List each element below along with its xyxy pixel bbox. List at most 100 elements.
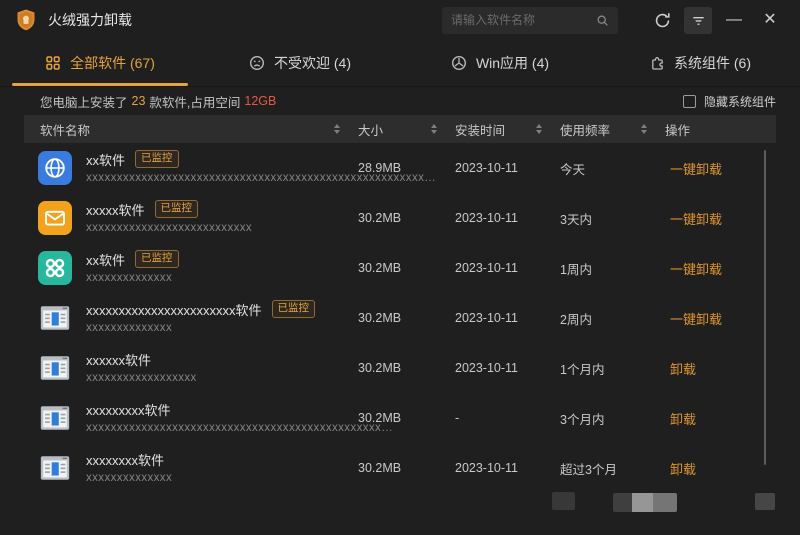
column-header-install-time: 安装时间 <box>455 120 505 139</box>
grid-icon <box>38 251 72 285</box>
window-icon <box>38 351 72 385</box>
sort-usage-frequency-control[interactable] <box>641 124 647 134</box>
install-date: - <box>455 393 459 443</box>
app-name: xxxxxxxx软件 <box>86 450 164 469</box>
search-icon[interactable] <box>596 14 609 27</box>
install-date: 2023-10-11 <box>455 443 518 493</box>
window-icon <box>38 301 72 335</box>
app-size: 30.2MB <box>358 343 401 393</box>
table-header: 软件名称 大小 安装时间 使用频率 操作 <box>24 115 776 143</box>
monitored-badge: 已监控 <box>155 200 199 218</box>
usage-frequency: 3天内 <box>560 193 592 243</box>
usage-frequency: 1个月内 <box>560 343 604 393</box>
app-size: 28.9MB <box>358 143 401 193</box>
win-app-icon <box>451 55 467 71</box>
redacted-block <box>755 493 775 510</box>
app-desc: xxxxxxxxxxxxxx <box>86 472 172 484</box>
app-desc: xxxxxxxxxxxxxxxxxx <box>86 372 197 384</box>
uninstall-button[interactable]: 一键卸载 <box>670 193 722 243</box>
uninstall-button[interactable]: 一键卸载 <box>670 243 722 293</box>
refresh-button[interactable] <box>648 7 676 34</box>
uninstall-button[interactable]: 卸载 <box>670 443 696 493</box>
app-logo-shield-icon <box>14 8 38 32</box>
window-icon <box>38 451 72 485</box>
table-row[interactable]: xxxxxxxxx软件 xxxxxxxxxxxxxxxxxxxxxxxxxxxx… <box>24 393 776 443</box>
app-desc: xxxxxxxxxxxxxxxxxxxxxxxxxxxxxxxxxxxxxxxx… <box>86 422 393 434</box>
table-row[interactable]: xx软件 已监控 xxxxxxxxxxxxxxxxxxxxxxxxxxxxxxx… <box>24 143 776 193</box>
close-icon: ✕ <box>763 12 776 28</box>
minimize-button[interactable]: — <box>720 7 748 34</box>
app-name: xxxxxxxxxxxxxxxxxxxxxxx软件 <box>86 300 262 319</box>
titlebar: 火绒强力卸载 <box>0 0 800 40</box>
uninstall-button[interactable]: 卸载 <box>670 343 696 393</box>
table-row[interactable]: xxxxxxxxxxxxxxxxxxxxxxx软件 已监控 xxxxxxxxxx… <box>24 293 776 343</box>
table-row[interactable]: xxxxxx软件 xxxxxxxxxxxxxxxxxx 30.2MB 2023-… <box>24 343 776 393</box>
usage-frequency: 3个月内 <box>560 393 604 443</box>
table-row[interactable]: xxxxx软件 已监控 xxxxxxxxxxxxxxxxxxxxxxxxxxx … <box>24 193 776 243</box>
filter-icon <box>691 13 706 28</box>
sad-face-icon <box>249 55 265 71</box>
redacted-block <box>552 492 575 510</box>
column-header-name: 软件名称 <box>40 120 90 139</box>
app-icon <box>38 401 72 435</box>
app-window: 火绒强力卸载 <box>0 0 800 535</box>
table-row[interactable]: xx软件 已监控 xxxxxxxxxxxxxx 30.2MB 2023-10-1… <box>24 243 776 293</box>
app-icon <box>38 151 72 185</box>
tab-all-software[interactable]: 全部软件 (67) <box>0 40 200 86</box>
table-row[interactable]: xxxxxxxx软件 xxxxxxxxxxxxxx 30.2MB 2023-10… <box>24 443 776 493</box>
sort-size-control[interactable] <box>431 124 437 134</box>
filter-button[interactable] <box>684 7 712 34</box>
app-size: 30.2MB <box>358 293 401 343</box>
app-size: 30.2MB <box>358 393 401 443</box>
refresh-icon <box>654 12 671 29</box>
column-header-usage-frequency: 使用频率 <box>560 120 610 139</box>
tab-unwelcome[interactable]: 不受欢迎 (4) <box>200 40 400 86</box>
app-icon <box>38 351 72 385</box>
install-date: 2023-10-11 <box>455 193 518 243</box>
app-desc: xxxxxxxxxxxxxxxxxxxxxxxxxxx <box>86 222 252 234</box>
install-date: 2023-10-11 <box>455 143 518 193</box>
tab-win-apps[interactable]: Win应用 (4) <box>400 40 600 86</box>
app-name: xx软件 <box>86 150 125 169</box>
app-icon <box>38 301 72 335</box>
app-name: xxxxxx软件 <box>86 350 151 369</box>
sort-name-control[interactable] <box>334 124 340 134</box>
summary-bar: 您电脑上安装了 23 款软件,占用空间 12GB 隐藏系统组件 <box>0 87 800 115</box>
minimize-icon: — <box>726 12 742 28</box>
app-desc: xxxxxxxxxxxxxx <box>86 272 179 284</box>
column-header-size: 大小 <box>358 120 383 139</box>
monitored-badge: 已监控 <box>135 250 179 268</box>
tab-label: 系统组件 (6) <box>674 53 751 73</box>
install-date: 2023-10-11 <box>455 243 518 293</box>
tab-bar: 全部软件 (67) 不受欢迎 (4) <box>0 40 800 87</box>
scrollbar[interactable] <box>764 150 766 465</box>
mail-icon <box>38 201 72 235</box>
window-icon <box>38 401 72 435</box>
hide-system-label: 隐藏系统组件 <box>704 93 776 110</box>
tab-label: 不受欢迎 (4) <box>274 53 351 73</box>
used-space: 12GB <box>244 94 276 108</box>
app-size: 30.2MB <box>358 443 401 493</box>
usage-frequency: 1周内 <box>560 243 592 293</box>
install-date: 2023-10-11 <box>455 343 518 393</box>
app-icon <box>38 251 72 285</box>
uninstall-button[interactable]: 卸载 <box>670 393 696 443</box>
sort-install-time-control[interactable] <box>536 124 542 134</box>
app-name: xxxxxxxxx软件 <box>86 400 171 419</box>
close-button[interactable]: ✕ <box>756 7 784 34</box>
uninstall-button[interactable]: 一键卸载 <box>670 293 722 343</box>
tab-system-components[interactable]: 系统组件 (6) <box>600 40 800 86</box>
hide-system-checkbox[interactable] <box>683 95 696 108</box>
app-size: 30.2MB <box>358 193 401 243</box>
app-desc: xxxxxxxxxxxxxx <box>86 322 315 334</box>
search-box[interactable] <box>442 7 618 34</box>
column-header-action: 操作 <box>665 120 690 139</box>
usage-frequency: 今天 <box>560 143 585 193</box>
puzzle-icon <box>649 55 665 71</box>
search-input[interactable] <box>451 13 596 27</box>
hide-system-toggle[interactable]: 隐藏系统组件 <box>683 93 776 110</box>
monitored-badge: 已监控 <box>135 150 179 168</box>
uninstall-button[interactable]: 一键卸载 <box>670 143 722 193</box>
summary-middle: 款软件,占用空间 <box>149 92 240 111</box>
app-title: 火绒强力卸载 <box>48 10 132 30</box>
